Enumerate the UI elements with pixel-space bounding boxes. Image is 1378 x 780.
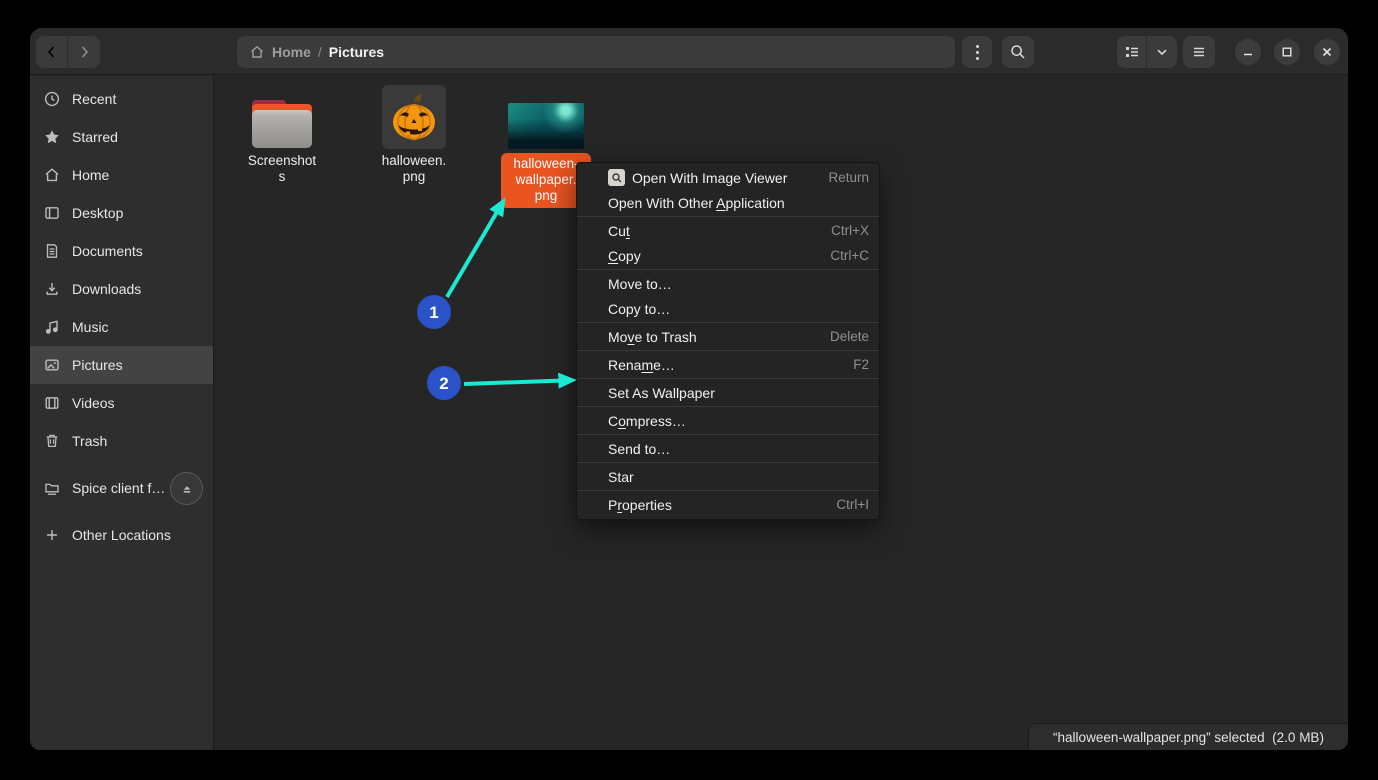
context-menu: Open With Image Viewer Return Open With … [576, 162, 880, 520]
sidebar-item-other-locations[interactable]: Other Locations [30, 516, 213, 554]
path-options-button[interactable] [962, 36, 992, 68]
list-view-icon [1125, 47, 1138, 57]
menu-separator [577, 434, 879, 435]
maximize-button[interactable] [1274, 39, 1300, 65]
hamburger-icon [1194, 47, 1204, 57]
breadcrumb-separator: / [317, 44, 322, 60]
image-thumbnail [508, 103, 584, 149]
close-icon [1322, 47, 1332, 57]
minimize-icon [1244, 53, 1252, 56]
menu-separator [577, 269, 879, 270]
sidebar-item-downloads[interactable]: Downloads [30, 270, 213, 308]
file-item-halloween-png[interactable]: halloween. png [369, 85, 459, 185]
menu-item-set-as-wallpaper[interactable]: Set As Wallpaper [577, 380, 879, 405]
close-button[interactable] [1314, 39, 1340, 65]
view-options-button[interactable] [1147, 36, 1177, 68]
back-button[interactable] [36, 36, 68, 68]
menu-item-copy[interactable]: Copy Ctrl+C [577, 243, 879, 268]
sidebar-item-trash[interactable]: Trash [30, 422, 213, 460]
eject-button[interactable] [170, 472, 203, 505]
menu-separator [577, 350, 879, 351]
eject-icon [183, 485, 190, 493]
kebab-icon [975, 44, 979, 48]
menu-item-properties[interactable]: Properties Ctrl+I [577, 492, 879, 517]
download-icon [46, 283, 58, 295]
status-bar: “halloween-wallpaper.png” selected (2.0 … [1028, 723, 1348, 750]
file-label: Screenshot s [247, 153, 317, 184]
menu-item-open-with-other-application[interactable]: Open With Other Application [577, 190, 879, 215]
music-note-icon [45, 320, 58, 334]
clock-icon [44, 91, 60, 107]
sidebar-item-music[interactable]: Music [30, 308, 213, 346]
document-icon [46, 244, 58, 258]
minimize-button[interactable] [1235, 39, 1261, 65]
picture-icon [45, 359, 59, 371]
sidebar-item-videos[interactable]: Videos [30, 384, 213, 422]
pumpkin-icon [393, 94, 435, 141]
sidebar: Recent Starred Home Desktop Documents Do… [30, 76, 214, 750]
sidebar-item-starred[interactable]: Starred [30, 118, 213, 156]
menu-item-move-to[interactable]: Move to… [577, 271, 879, 296]
file-item-screenshots[interactable]: Screenshot s [237, 85, 327, 185]
trash-icon [46, 434, 58, 448]
search-button[interactable] [1002, 36, 1034, 68]
chevron-down-icon [1157, 49, 1167, 56]
menu-item-move-to-trash[interactable]: Move to Trash Delete [577, 324, 879, 349]
menu-item-open-with-image-viewer[interactable]: Open With Image Viewer Return [577, 165, 879, 190]
chevron-left-icon [47, 46, 54, 58]
file-label: halloween. png [381, 153, 447, 184]
menu-item-star[interactable]: Star [577, 464, 879, 489]
menu-item-send-to[interactable]: Send to… [577, 436, 879, 461]
menu-separator [577, 462, 879, 463]
forward-button[interactable] [68, 36, 100, 68]
header-bar: Home / Pictures [30, 28, 1348, 75]
menu-separator [577, 322, 879, 323]
sidebar-item-pictures[interactable]: Pictures [30, 346, 213, 384]
menu-item-cut[interactable]: Cut Ctrl+X [577, 218, 879, 243]
image-thumbnail [382, 85, 446, 149]
sidebar-item-recent[interactable]: Recent [30, 80, 213, 118]
sidebar-item-desktop[interactable]: Desktop [30, 194, 213, 232]
list-view-button[interactable] [1117, 36, 1147, 68]
desktop-icon [45, 207, 59, 219]
chevron-right-icon [81, 46, 89, 58]
nav-buttons [36, 36, 100, 68]
menu-item-copy-to[interactable]: Copy to… [577, 296, 879, 321]
plus-icon [47, 530, 57, 540]
menu-separator [577, 216, 879, 217]
breadcrumb: Home / Pictures [237, 36, 955, 68]
breadcrumb-current[interactable]: Pictures [329, 44, 384, 60]
sidebar-item-spice-drive[interactable]: Spice client f… [30, 469, 213, 507]
star-icon [45, 130, 59, 144]
maximize-icon [1282, 47, 1292, 57]
selection-status: “halloween-wallpaper.png” selected (2.0 … [1053, 729, 1324, 745]
file-manager-window: Home / Pictures Recent Starred Home Desk… [30, 28, 1348, 750]
menu-separator [577, 378, 879, 379]
home-icon [251, 45, 263, 58]
folder-icon [252, 100, 312, 148]
home-icon [45, 168, 59, 182]
search-icon [1011, 45, 1025, 59]
sidebar-item-home[interactable]: Home [30, 156, 213, 194]
breadcrumb-home[interactable]: Home [272, 44, 311, 60]
menu-item-compress[interactable]: Compress… [577, 408, 879, 433]
menu-separator [577, 406, 879, 407]
image-viewer-icon [608, 169, 625, 186]
video-icon [45, 397, 59, 409]
menu-item-rename[interactable]: Rename… F2 [577, 352, 879, 377]
shared-folder-icon [45, 483, 59, 495]
app-menu-button[interactable] [1183, 36, 1215, 68]
sidebar-item-documents[interactable]: Documents [30, 232, 213, 270]
menu-separator [577, 490, 879, 491]
view-toggle [1117, 36, 1177, 68]
